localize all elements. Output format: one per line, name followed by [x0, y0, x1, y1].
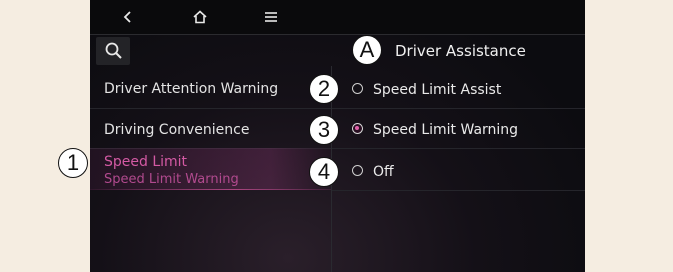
option-divider [332, 148, 585, 149]
option-label: Speed Limit Assist [373, 82, 502, 98]
menu-item-speed-limit[interactable]: Speed Limit Speed Limit Warning [104, 154, 319, 188]
menu-icon [265, 12, 277, 22]
callout-4: 4 [309, 157, 339, 187]
menu-button[interactable] [251, 4, 291, 30]
home-icon [193, 10, 207, 24]
page-title: Driver Assistance [395, 42, 526, 60]
callout-2: 2 [309, 74, 339, 104]
menu-item-sublabel: Speed Limit Warning [104, 172, 239, 187]
radio-checked-icon[interactable] [352, 123, 363, 134]
menu-item-driving-convenience[interactable]: Driving Convenience [104, 120, 319, 140]
back-icon [123, 11, 131, 23]
callout-1: 1 [58, 148, 88, 178]
search-icon [105, 42, 122, 59]
menu-divider [90, 108, 331, 109]
option-label: Off [373, 164, 394, 180]
radio-unchecked-icon[interactable] [352, 165, 363, 176]
menu-item-label: Speed Limit [104, 154, 188, 170]
option-label: Speed Limit Warning [373, 122, 519, 138]
option-divider [332, 108, 585, 109]
radio-unchecked-icon[interactable] [352, 83, 363, 94]
active-menu-underline [90, 189, 331, 190]
search-button[interactable] [96, 37, 130, 65]
menu-item-driver-attention-warning[interactable]: Driver Attention Warning [104, 79, 319, 99]
callout-a: A [352, 35, 382, 65]
back-button[interactable] [108, 4, 148, 30]
top-divider [90, 34, 585, 35]
option-divider [332, 190, 585, 191]
callout-3: 3 [309, 115, 339, 145]
home-button[interactable] [180, 4, 220, 30]
top-bar [90, 0, 585, 34]
